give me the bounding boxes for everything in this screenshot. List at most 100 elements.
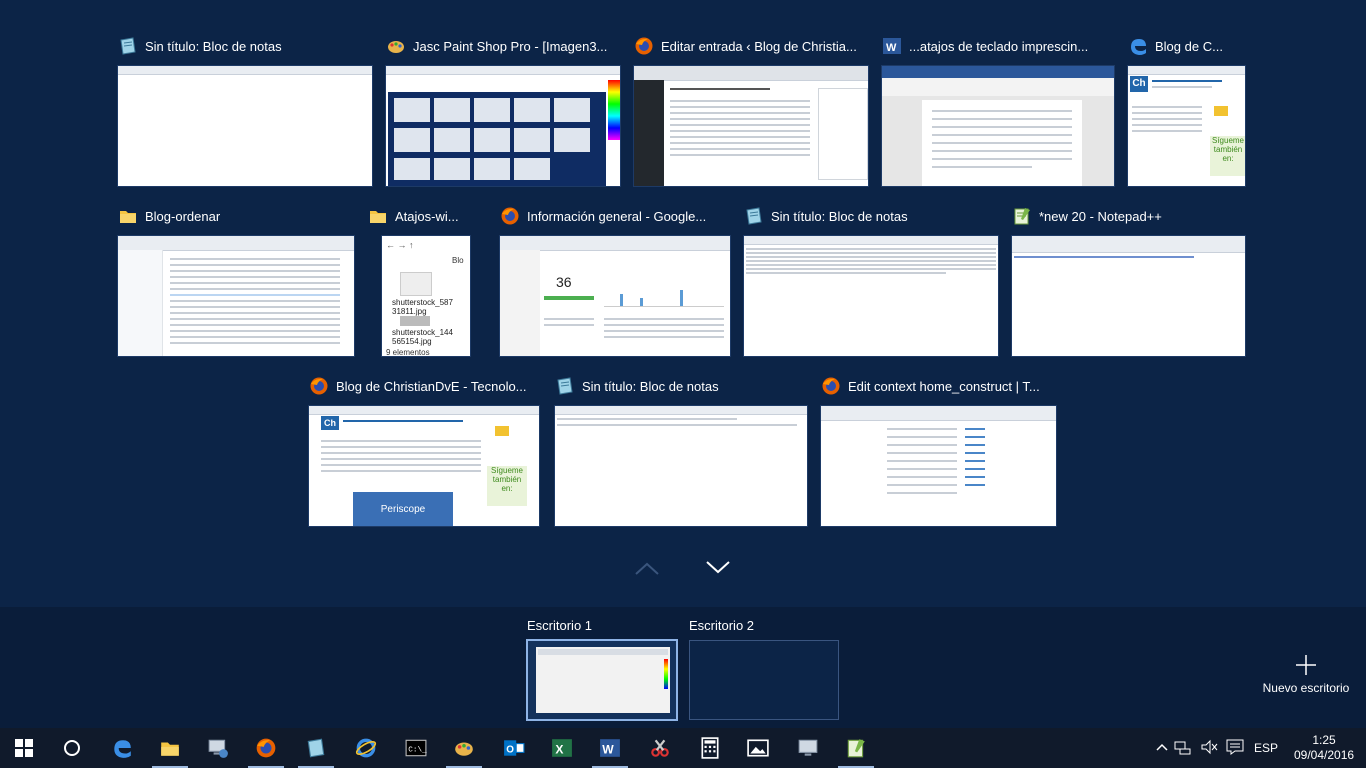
window-tile-paintshop[interactable]: Jasc Paint Shop Pro - [Imagen3... — [385, 33, 621, 187]
window-tile-explorer-atajos[interactable]: Atajos-wi... ← → ↑ Blo shutterstock_587 … — [367, 203, 471, 357]
new-desktop-button[interactable]: Nuevo escritorio — [1256, 647, 1356, 707]
excel-icon: X — [552, 739, 572, 757]
taskbar-word[interactable]: W — [586, 728, 634, 768]
window-tile-firefox-analytics[interactable]: Información general - Google... 36 — [499, 203, 731, 357]
word-icon: W — [881, 35, 903, 57]
svg-text:W: W — [886, 42, 897, 54]
edge-icon — [114, 740, 131, 758]
firefox-icon — [820, 375, 842, 397]
taskbar-notepad[interactable] — [292, 728, 340, 768]
action-center-icon — [1226, 739, 1244, 755]
window-thumbnail — [820, 405, 1057, 527]
window-tile-firefox-editar[interactable]: Editar entrada ‹ Blog de Christia... — [633, 33, 869, 187]
window-thumbnail — [554, 405, 808, 527]
window-thumbnail — [633, 65, 869, 187]
desktop-1-label: Escritorio 1 — [527, 618, 593, 633]
window-tile-explorer-blog-ordenar[interactable]: Blog-ordenar — [117, 203, 355, 357]
desktop-1-thumbnail[interactable] — [526, 639, 678, 721]
window-title: Sin título: Bloc de notas — [582, 378, 719, 394]
realtime-count: 36 — [556, 274, 572, 290]
blog-logo: Ch — [321, 416, 339, 430]
folder-icon — [367, 205, 389, 227]
window-tile-notepad-2[interactable]: Sin título: Bloc de notas — [743, 203, 999, 357]
taskbar-internet-explorer[interactable] — [342, 728, 390, 768]
taskbar-excel[interactable]: X — [538, 728, 586, 768]
taskbar-edge[interactable] — [98, 728, 146, 768]
window-tile-firefox-blog[interactable]: Blog de ChristianDvE - Tecnolo... Ch Síg… — [308, 373, 540, 527]
status-bar: 9 elementos — [386, 348, 430, 357]
window-tile-edge-blog[interactable]: Blog de C... Ch Sígueme también en: — [1127, 33, 1246, 187]
svg-text:O: O — [506, 744, 514, 755]
cortana-button[interactable] — [48, 728, 96, 768]
start-icon — [15, 739, 33, 757]
notepadpp-icon — [1011, 205, 1033, 227]
taskbar-file-explorer[interactable] — [146, 728, 194, 768]
folder-icon — [117, 205, 139, 227]
action-center-button[interactable] — [1226, 739, 1244, 758]
language-indicator[interactable]: ESP — [1254, 741, 1278, 755]
notepad-icon — [117, 35, 139, 57]
chevron-up-icon — [635, 562, 659, 575]
scroll-down-button[interactable] — [703, 556, 733, 580]
paintshop-icon — [455, 742, 473, 756]
window-tile-word[interactable]: W ...atajos de teclado imprescin... — [881, 33, 1115, 187]
chevron-up-icon — [1156, 743, 1168, 751]
window-title: Blog de C... — [1155, 38, 1223, 54]
chevron-down-icon — [706, 561, 730, 574]
clock[interactable]: 1:25 09/04/2016 — [1292, 733, 1356, 763]
firefox-icon — [633, 35, 655, 57]
window-title: Editar entrada ‹ Blog de Christia... — [661, 38, 857, 54]
notepad-icon — [743, 205, 765, 227]
search-cortana-icon — [64, 740, 80, 756]
window-tile-notepad-1[interactable]: Sin título: Bloc de notas — [117, 33, 373, 187]
window-thumbnail — [117, 235, 355, 357]
taskbar-cmd[interactable]: C:\_ — [392, 728, 440, 768]
svg-text:W: W — [602, 743, 614, 757]
snipping-tool-icon — [651, 739, 669, 757]
window-thumbnail: ← → ↑ Blo shutterstock_587 31811.jpg shu… — [381, 235, 471, 357]
notepad-icon — [554, 375, 576, 397]
window-thumbnail — [881, 65, 1115, 187]
window-title: Jasc Paint Shop Pro - [Imagen3... — [413, 38, 608, 54]
taskbar-network-tool[interactable] — [194, 728, 242, 768]
window-title: Edit context home_construct | T... — [848, 378, 1040, 394]
volume-muted-icon — [1201, 739, 1218, 754]
window-thumbnail — [117, 65, 373, 187]
window-tile-firefox-context[interactable]: Edit context home_construct | T... — [820, 373, 1057, 527]
taskbar-notepadpp[interactable] — [832, 728, 880, 768]
taskbar-remote-desktop[interactable] — [784, 728, 832, 768]
window-thumbnail: 36 — [499, 235, 731, 357]
periscope-banner: Periscope — [353, 492, 453, 526]
window-title: ...atajos de teclado imprescin... — [909, 38, 1089, 54]
firefox-icon — [256, 738, 276, 758]
start-button[interactable] — [0, 728, 48, 768]
paintshop-icon — [385, 35, 407, 57]
file-name: shutterstock_144 565154.jpg — [392, 328, 453, 346]
window-thumbnail — [1011, 235, 1246, 357]
window-tile-notepadpp[interactable]: *new 20 - Notepad++ — [1011, 203, 1246, 357]
window-title: Blog de ChristianDvE - Tecnolo... — [336, 378, 527, 394]
network-tray-button[interactable] — [1174, 739, 1192, 758]
show-hidden-icons-button[interactable] — [1156, 741, 1168, 755]
system-tray: ESP 1:25 09/04/2016 — [1156, 728, 1356, 768]
window-tile-notepad-3[interactable]: Sin título: Bloc de notas — [554, 373, 808, 527]
taskbar-firefox[interactable] — [242, 728, 290, 768]
svg-text:C:\_: C:\_ — [408, 746, 427, 754]
outlook-icon: O — [504, 740, 525, 756]
window-title: Sin título: Bloc de notas — [771, 208, 908, 224]
remote-desktop-icon — [798, 739, 818, 756]
taskbar-outlook[interactable]: O — [490, 728, 538, 768]
calculator-icon — [701, 737, 719, 759]
volume-tray-button[interactable] — [1200, 739, 1218, 758]
taskbar-calculator[interactable] — [686, 728, 734, 768]
firefox-icon — [308, 375, 330, 397]
plus-icon — [1296, 655, 1316, 675]
network-tool-icon — [208, 739, 228, 758]
scroll-up-button[interactable] — [632, 556, 662, 580]
taskbar-paintshop[interactable] — [440, 728, 488, 768]
word-icon: W — [600, 739, 620, 757]
follow-widget: Sígueme también en: — [487, 466, 527, 506]
taskbar-photos[interactable] — [734, 728, 782, 768]
desktop-2-thumbnail[interactable] — [689, 640, 839, 720]
taskbar-snipping-tool[interactable] — [636, 728, 684, 768]
